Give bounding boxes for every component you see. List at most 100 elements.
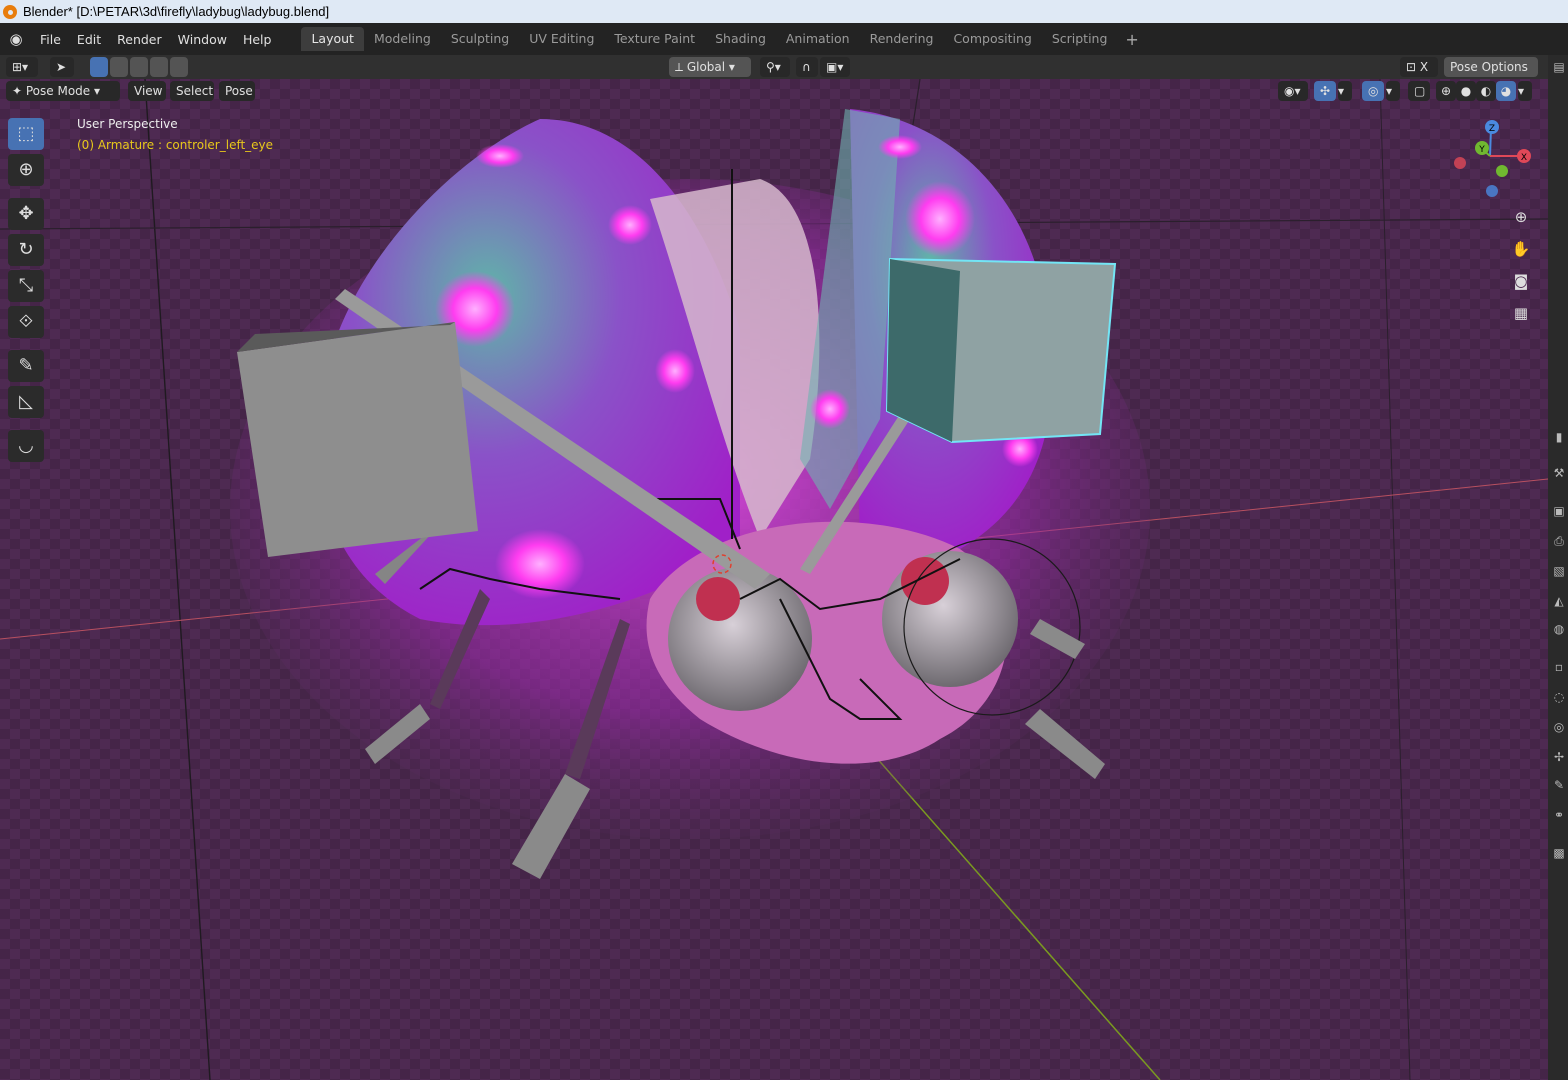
grid-line xyxy=(144,79,211,1080)
snap-toggle[interactable]: ∩ xyxy=(796,57,818,77)
tab-uv-editing[interactable]: UV Editing xyxy=(519,27,604,51)
tool-tab-icon[interactable]: ⚒ xyxy=(1551,465,1567,481)
editor-type-button[interactable]: ⊞▾ xyxy=(6,57,38,77)
gizmo-neg-x-axis[interactable] xyxy=(1454,157,1466,169)
gizmo-icon: ✣ xyxy=(1320,84,1331,98)
tab-animation[interactable]: Animation xyxy=(776,27,860,51)
tool-annotate[interactable]: ✎ xyxy=(8,350,44,382)
shading-wireframe-button[interactable]: ⊕ xyxy=(1436,81,1456,101)
properties-tab-strip: ▤ ▮ ⚒ ▣ ⎙ ▧ ◭ ◍ ▫ ◌ ◎ ✢ ✎ ⚭ ▩ xyxy=(1548,55,1568,1080)
overlays-dropdown[interactable]: ▾ xyxy=(1386,81,1400,101)
editor-type-icon[interactable]: ▤ xyxy=(1551,59,1567,75)
active-tool-button[interactable]: ➤ xyxy=(50,57,74,77)
scale-icon: ⤡ xyxy=(18,275,34,296)
right-pupil xyxy=(901,557,949,605)
scene-props-icon[interactable]: ◭ xyxy=(1551,593,1567,609)
select-box-icon: ⬚ xyxy=(17,123,35,144)
xray-icon: ▢ xyxy=(1414,84,1426,98)
texture-props-icon[interactable]: ▩ xyxy=(1551,845,1567,861)
pose-options-dropdown[interactable]: Pose Options ▾ xyxy=(1444,57,1538,94)
shell-spot xyxy=(655,349,695,393)
blender-menu-icon[interactable]: ◉ xyxy=(6,29,26,49)
tool-relax[interactable]: ◡ xyxy=(8,430,44,462)
tool-cursor[interactable]: ⊕ xyxy=(8,154,44,186)
menu-edit[interactable]: Edit xyxy=(69,32,109,47)
gizmo-toggle[interactable]: ✣ xyxy=(1314,81,1336,101)
select-mode-extend-button[interactable] xyxy=(110,57,128,77)
mode-dropdown[interactable]: ✦ Pose Mode ▾ xyxy=(6,81,120,101)
leg-bone[interactable] xyxy=(1025,709,1105,779)
visibility-dropdown[interactable]: ◉▾ xyxy=(1278,81,1308,101)
3d-viewport[interactable]: ✦ Pose Mode ▾ View Select Pose ◉▾ ✣ ▾ ◎ … xyxy=(0,79,1548,1080)
select-menu[interactable]: Select xyxy=(170,81,214,101)
pivot-dropdown[interactable]: ⚲▾ xyxy=(760,57,790,77)
mirror-x-toggle[interactable]: ⊡ X xyxy=(1400,57,1438,77)
ortho-toggle-button[interactable]: ▦ xyxy=(1508,300,1534,326)
camera-view-button[interactable]: ◙ xyxy=(1508,268,1534,294)
select-mode-intersect-button[interactable] xyxy=(170,57,188,77)
tab-compositing[interactable]: Compositing xyxy=(943,27,1041,51)
menu-window[interactable]: Window xyxy=(170,32,235,47)
object-props-icon[interactable]: ▫ xyxy=(1551,659,1567,675)
xray-toggle[interactable]: ▢ xyxy=(1408,81,1430,101)
select-mode-subtract-button[interactable] xyxy=(130,57,148,77)
pan-hand-icon: ✋ xyxy=(1511,240,1531,258)
pan-button[interactable]: ✋ xyxy=(1508,236,1534,262)
view-menu[interactable]: View xyxy=(128,81,166,101)
render-props-icon[interactable]: ▣ xyxy=(1551,503,1567,519)
tab-sculpting[interactable]: Sculpting xyxy=(441,27,519,51)
shading-dropdown[interactable]: ▾ xyxy=(1518,81,1532,101)
measure-icon: ◺ xyxy=(19,391,33,412)
gizmo-x-label: X xyxy=(1521,153,1527,163)
physics-icon[interactable]: ◎ xyxy=(1551,719,1567,735)
tool-settings-icon[interactable]: ▮ xyxy=(1551,429,1567,445)
snap-target-dropdown[interactable]: ▣▾ xyxy=(820,57,850,77)
menu-help[interactable]: Help xyxy=(235,32,280,47)
tab-shading[interactable]: Shading xyxy=(705,27,776,51)
menu-render[interactable]: Render xyxy=(109,32,170,47)
pose-menu[interactable]: Pose xyxy=(219,81,255,101)
orientation-dropdown[interactable]: ⟂ Global ▾ xyxy=(669,57,751,77)
world-props-icon[interactable]: ◍ xyxy=(1551,621,1567,637)
gizmo-dropdown[interactable]: ▾ xyxy=(1338,81,1352,101)
tool-scale[interactable]: ⤡ xyxy=(8,270,44,302)
gizmo-neg-z-axis[interactable] xyxy=(1486,185,1498,197)
tool-rotate[interactable]: ↻ xyxy=(8,234,44,266)
shading-material-button[interactable]: ◐ xyxy=(1476,81,1496,101)
constraints-icon[interactable]: ◌ xyxy=(1551,689,1567,705)
tab-modeling[interactable]: Modeling xyxy=(364,27,441,51)
navigation-gizmo[interactable]: Z X Y xyxy=(1448,114,1538,204)
select-mode-new-button[interactable] xyxy=(90,57,108,77)
chevron-down-icon: ▾ xyxy=(90,84,101,98)
tab-texture-paint[interactable]: Texture Paint xyxy=(604,27,705,51)
shading-rendered-button[interactable]: ◕ xyxy=(1496,81,1516,101)
add-workspace-button[interactable]: + xyxy=(1117,30,1146,49)
overlays-toggle[interactable]: ◎ xyxy=(1362,81,1384,101)
pose-options-label: Pose Options xyxy=(1450,60,1528,74)
viewport-scene[interactable] xyxy=(0,79,1548,1080)
menu-file[interactable]: File xyxy=(32,32,69,47)
tab-layout[interactable]: Layout xyxy=(301,27,364,51)
shell-spot xyxy=(905,181,975,257)
bone-props-icon[interactable]: ✎ xyxy=(1551,777,1567,793)
output-props-icon[interactable]: ⎙ xyxy=(1551,533,1567,549)
cursor-icon: ⊕ xyxy=(18,159,34,180)
shading-solid-button[interactable]: ● xyxy=(1456,81,1476,101)
gizmo-neg-y-axis[interactable] xyxy=(1496,165,1508,177)
tab-scripting[interactable]: Scripting xyxy=(1042,27,1118,51)
tab-rendering[interactable]: Rendering xyxy=(860,27,944,51)
tool-move[interactable]: ✥ xyxy=(8,198,44,230)
zoom-button[interactable]: ⊕ xyxy=(1508,204,1534,230)
left-eye xyxy=(668,567,812,711)
chevron-down-icon: ▾ xyxy=(725,60,735,74)
tool-transform[interactable]: ⟐ xyxy=(8,306,44,338)
mirror-icon: ⊡ xyxy=(1406,60,1420,74)
left-eye-control-cube[interactable] xyxy=(237,322,478,557)
select-mode-invert-button[interactable] xyxy=(150,57,168,77)
view-layer-icon[interactable]: ▧ xyxy=(1551,563,1567,579)
pose-mode-icon: ✦ xyxy=(12,84,26,98)
tool-select-box[interactable]: ⬚ xyxy=(8,118,44,150)
bone-constraints-icon[interactable]: ⚭ xyxy=(1551,807,1567,823)
armature-data-icon[interactable]: ✢ xyxy=(1551,749,1567,765)
tool-measure[interactable]: ◺ xyxy=(8,386,44,418)
